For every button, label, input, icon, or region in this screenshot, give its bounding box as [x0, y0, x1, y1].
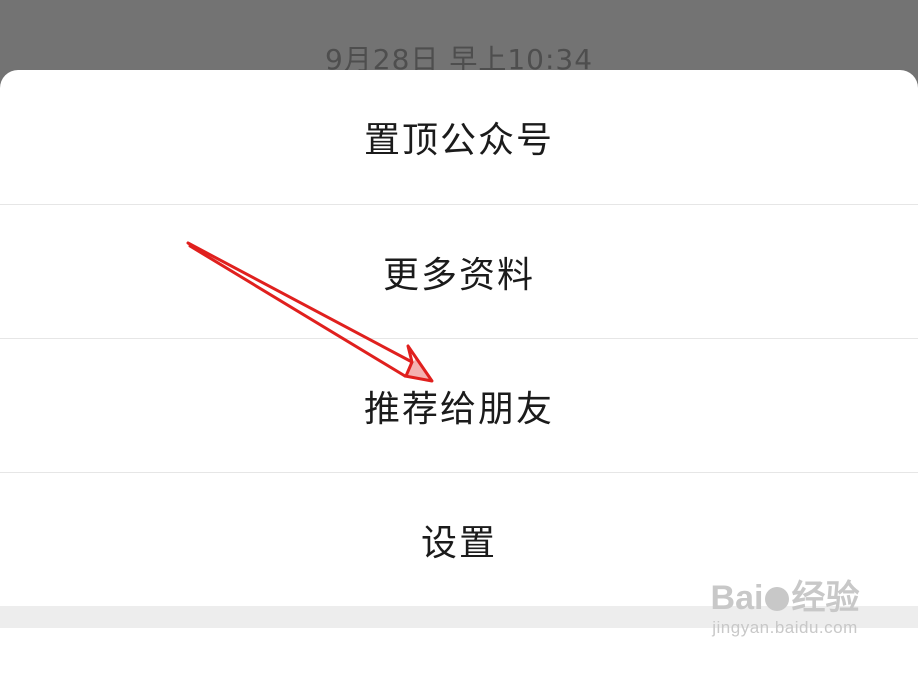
- baidu-jingyan-watermark: Bai 经验 jingyan.baidu.com: [700, 578, 870, 638]
- menu-item-more-info[interactable]: 更多资料: [0, 205, 918, 339]
- screen: 9月28日 早上10:34 置顶公众号 更多资料 推荐给朋友 设置 Bai 经验 …: [0, 0, 918, 676]
- action-sheet: 置顶公众号 更多资料 推荐给朋友 设置: [0, 70, 918, 606]
- paw-icon: [765, 587, 790, 611]
- menu-item-pin-account[interactable]: 置顶公众号: [0, 70, 918, 204]
- menu-item-recommend-to-friend[interactable]: 推荐给朋友: [0, 339, 918, 473]
- watermark-url: jingyan.baidu.com: [712, 618, 858, 637]
- watermark-logo: Bai 经验: [710, 579, 860, 617]
